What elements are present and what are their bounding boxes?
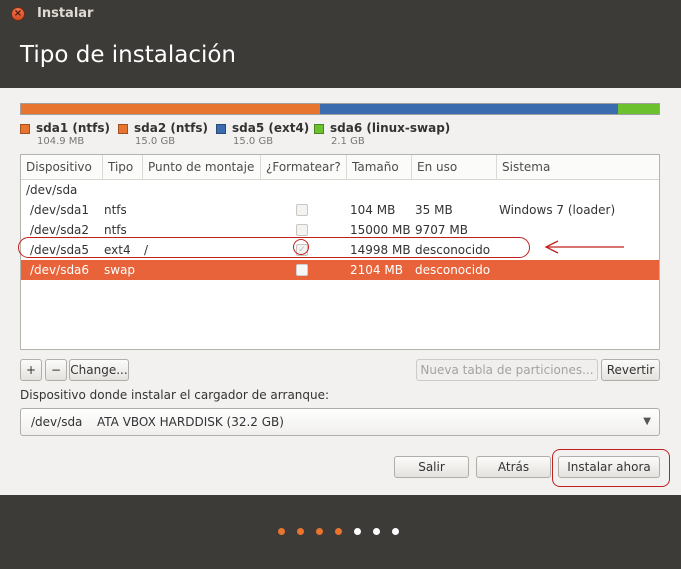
window-title: Instalar	[37, 6, 94, 21]
change-partition-button[interactable]: Change...	[69, 359, 129, 381]
install-now-button[interactable]: Instalar ahora	[558, 456, 660, 478]
check-icon: ✓	[298, 245, 306, 255]
close-icon: ×	[13, 8, 23, 19]
row-size: 104 MB	[350, 203, 396, 217]
row-device: /dev/sda1	[30, 203, 90, 217]
progress-dot	[316, 528, 323, 535]
footer	[0, 495, 681, 569]
progress-dot	[392, 528, 399, 535]
partition-bar-segment	[320, 104, 618, 114]
partition-table[interactable]: Dispositivo Tipo Punto de montaje ¿Forma…	[20, 154, 660, 350]
legend-name: sda6 (linux-swap)	[330, 121, 451, 135]
legend-size: 2.1 GB	[331, 136, 365, 147]
table-row[interactable]: /dev/sda5 ext4 / ✓ 14998 MB desconocido	[21, 240, 659, 260]
legend-size: 15.0 GB	[135, 136, 176, 147]
table-row[interactable]: /dev/sda1 ntfs 104 MB 35 MB Windows 7 (l…	[21, 200, 659, 220]
legend-name: sda2 (ntfs)	[134, 121, 208, 135]
partition-bar	[20, 103, 660, 115]
legend-item: sda6 (linux-swap) 2.1 GB	[314, 121, 450, 151]
partition-bar-segment	[617, 104, 659, 114]
progress-dot	[373, 528, 380, 535]
row-used: desconocido	[415, 243, 491, 257]
row-type: swap	[104, 263, 136, 277]
close-window-button[interactable]: ×	[11, 7, 25, 21]
table-row-selected[interactable]: /dev/sda6 swap 2104 MB desconocido	[21, 260, 659, 280]
row-type: ntfs	[104, 203, 127, 217]
bootloader-device-select[interactable]: /dev/sda ATA VBOX HARDDISK (32.2 GB) ▼	[20, 408, 660, 436]
partition-legend: sda1 (ntfs) 104.9 MB sda2 (ntfs) 15.0 GB sda…	[20, 121, 450, 151]
remove-partition-button[interactable]: −	[45, 359, 67, 381]
progress-dot	[278, 528, 285, 535]
legend-swatch	[20, 124, 30, 134]
format-checkbox[interactable]	[296, 204, 308, 216]
col-tamano[interactable]: Tamaño	[347, 155, 412, 179]
legend-size: 15.0 GB	[233, 136, 274, 147]
row-device: /dev/sda5	[30, 243, 90, 257]
main-panel: sda1 (ntfs) 104.9 MB sda2 (ntfs) 15.0 GB sda…	[0, 88, 681, 495]
legend-item: sda5 (ext4) 15.0 GB	[216, 121, 314, 151]
col-sistema[interactable]: Sistema	[497, 155, 659, 179]
back-button[interactable]: Atrás	[476, 456, 551, 478]
revert-button[interactable]: Revertir	[601, 359, 660, 381]
add-partition-button[interactable]: +	[20, 359, 42, 381]
bootloader-device: /dev/sda	[31, 415, 83, 429]
quit-button[interactable]: Salir	[394, 456, 469, 478]
legend-swatch	[118, 124, 128, 134]
row-device: /dev/sda6	[30, 263, 90, 277]
row-device: /dev/sda2	[30, 223, 90, 237]
row-system: Windows 7 (loader)	[499, 203, 616, 217]
format-checkbox[interactable]	[296, 264, 308, 276]
bootloader-description: ATA VBOX HARDDISK (32.2 GB)	[97, 415, 284, 429]
col-formatear[interactable]: ¿Formatear?	[261, 155, 347, 179]
progress-dot	[354, 528, 361, 535]
dropdown-arrow-icon: ▼	[643, 416, 651, 427]
legend-name: sda5 (ext4)	[232, 121, 310, 135]
group-device: /dev/sda	[26, 183, 78, 197]
col-en-uso[interactable]: En uso	[412, 155, 497, 179]
row-used: 9707 MB	[415, 223, 468, 237]
format-checkbox[interactable]	[296, 224, 308, 236]
row-size: 14998 MB	[350, 243, 411, 257]
progress-dot	[297, 528, 304, 535]
table-row[interactable]: /dev/sda2 ntfs 15000 MB 9707 MB	[21, 220, 659, 240]
partition-bar-segment	[22, 104, 321, 114]
page-title: Tipo de instalación	[20, 42, 237, 68]
legend-item: sda2 (ntfs) 15.0 GB	[118, 121, 216, 151]
progress-dots	[278, 528, 411, 535]
bootloader-label: Dispositivo donde instalar el cargador d…	[20, 388, 330, 402]
col-tipo[interactable]: Tipo	[103, 155, 143, 179]
window-titlebar: × Instalar	[0, 0, 681, 28]
legend-name: sda1 (ntfs)	[36, 121, 110, 135]
row-used: desconocido	[415, 263, 491, 277]
legend-swatch	[314, 124, 324, 134]
row-mount: /	[144, 243, 149, 257]
legend-item: sda1 (ntfs) 104.9 MB	[20, 121, 118, 151]
page-header: Tipo de instalación	[0, 28, 681, 88]
table-header: Dispositivo Tipo Punto de montaje ¿Forma…	[21, 155, 659, 180]
legend-swatch	[216, 124, 226, 134]
row-size: 2104 MB	[350, 263, 403, 277]
row-size: 15000 MB	[350, 223, 411, 237]
progress-dot	[335, 528, 342, 535]
legend-size: 104.9 MB	[37, 136, 85, 147]
format-checkbox-checked[interactable]: ✓	[296, 244, 308, 256]
row-type: ext4	[104, 243, 131, 257]
row-used: 35 MB	[415, 203, 453, 217]
table-group-row[interactable]: /dev/sda	[21, 180, 659, 200]
col-punto-de-montaje[interactable]: Punto de montaje	[143, 155, 261, 179]
col-dispositivo[interactable]: Dispositivo	[21, 155, 103, 179]
row-type: ntfs	[104, 223, 127, 237]
new-partition-table-button[interactable]: Nueva tabla de particiones...	[416, 359, 598, 381]
